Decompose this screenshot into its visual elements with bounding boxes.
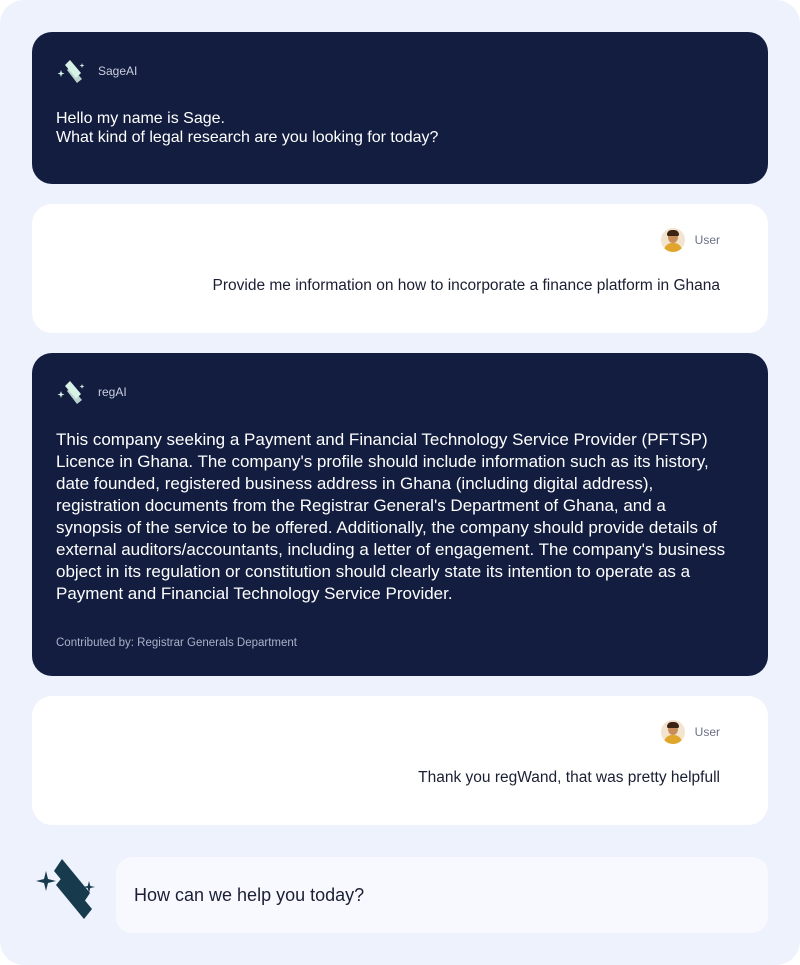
chat-panel: SageAI Hello my name is Sage. What kind … [0, 0, 800, 965]
user-message-text: Provide me information on how to incorpo… [212, 277, 720, 294]
chat-input-box[interactable] [116, 857, 768, 933]
bot-message-line: What kind of legal research are you look… [56, 129, 439, 146]
user-message-card: User Thank you regWand, that was pretty … [32, 696, 768, 825]
bot-message-text: This company seeking a Payment and Finan… [56, 430, 726, 603]
avatar [660, 228, 685, 252]
bot-header: regAI [56, 377, 127, 407]
sparkle-n-logo-icon [57, 60, 85, 83]
sparkle-n-logo-icon [57, 381, 85, 404]
user-name: User [694, 725, 720, 739]
user-header: User [660, 228, 720, 252]
chat-input[interactable] [132, 883, 736, 907]
avatar [660, 720, 685, 744]
sparkle-n-logo-icon [36, 859, 95, 919]
user-message-text: Thank you regWand, that was pretty helpf… [418, 769, 720, 786]
bot-name: SageAI [98, 64, 138, 78]
bot-message-line: Hello my name is Sage. [56, 110, 225, 127]
user-name: User [694, 233, 720, 247]
user-header: User [660, 720, 720, 744]
bot-message-card: SageAI Hello my name is Sage. What kind … [32, 32, 768, 184]
contributed-by-label: Contributed by: Registrar Generals Depar… [56, 637, 297, 649]
user-message-card: User Provide me information on how to in… [32, 204, 768, 333]
bot-header: SageAI [56, 56, 137, 86]
bot-name: regAI [98, 385, 127, 399]
bot-message-text: Hello my name is Sage. What kind of lega… [56, 109, 732, 147]
bot-message-card: regAI This company seeking a Payment and… [32, 353, 768, 676]
